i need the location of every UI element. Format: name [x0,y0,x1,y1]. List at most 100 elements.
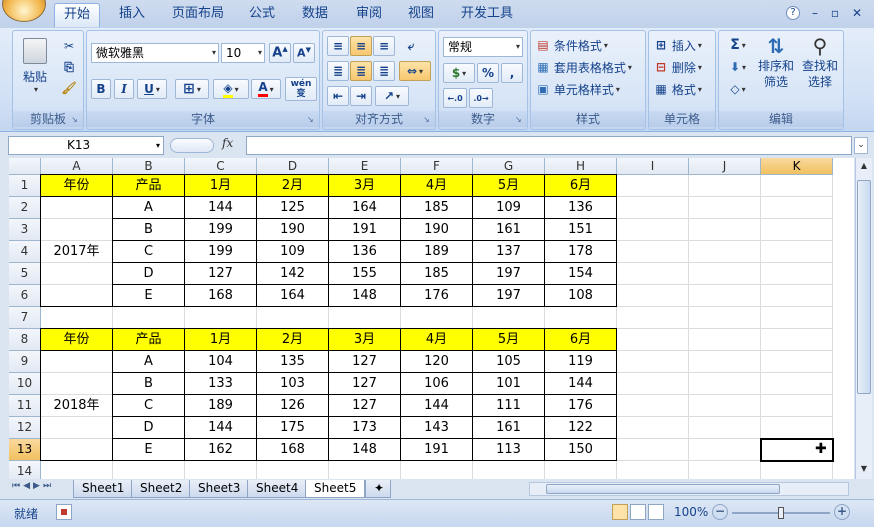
cell[interactable] [617,373,689,395]
table-data-cell[interactable]: 103 [257,373,329,395]
cell[interactable] [689,461,761,479]
table-data-cell[interactable]: 111 [473,395,545,417]
table-data-cell[interactable]: E [113,439,185,461]
cell[interactable] [689,197,761,219]
cell[interactable] [761,263,833,285]
row-header[interactable]: 11 [9,395,41,417]
table-data-cell[interactable]: 161 [473,417,545,439]
h-scroll-thumb[interactable] [546,484,780,494]
format-painter-button[interactable]: 🖌 [59,79,79,97]
cell[interactable] [617,197,689,219]
cell[interactable] [689,329,761,351]
tab-developer[interactable]: 开发工具 [452,3,522,27]
table-data-cell[interactable]: 151 [545,219,617,241]
comma-button[interactable]: , [501,63,523,83]
italic-button[interactable]: I [114,79,134,99]
delete-cells-button[interactable]: ⊟ 删除 ▾ [653,57,703,77]
dialog-launcher-icon[interactable]: ↘ [515,116,524,125]
cell[interactable] [689,373,761,395]
table-data-cell[interactable]: C [113,241,185,263]
minimize-icon[interactable]: – [806,4,824,22]
cell[interactable] [329,307,401,329]
cell[interactable] [473,461,545,479]
table-data-cell[interactable]: 137 [473,241,545,263]
cell[interactable] [473,307,545,329]
table-header-cell[interactable]: 产品 [113,175,185,197]
row-header[interactable]: 6 [9,285,41,307]
name-box[interactable]: K13 ▾ [8,136,164,155]
row-header[interactable]: 3 [9,219,41,241]
table-data-cell[interactable]: 164 [329,197,401,219]
table-data-cell[interactable]: 189 [401,241,473,263]
clear-button[interactable]: ◇ ▾ [723,79,753,99]
table-data-cell[interactable]: 144 [545,373,617,395]
column-header[interactable]: A [41,158,113,175]
cut-button[interactable]: ✂ [59,37,79,55]
cell[interactable] [545,461,617,479]
table-data-cell[interactable]: 127 [329,351,401,373]
tab-formulas[interactable]: 公式 [240,3,284,27]
cell[interactable] [689,351,761,373]
page-layout-view-icon[interactable] [630,504,646,520]
align-top-button[interactable]: ≡ [327,36,349,56]
table-data-cell[interactable]: 191 [329,219,401,241]
table-header-cell[interactable]: 3月 [329,175,401,197]
conditional-formatting-button[interactable]: ▤ 条件格式 ▾ [535,35,609,55]
fill-button[interactable]: ⬇ ▾ [723,57,753,77]
table-data-cell[interactable]: 155 [329,263,401,285]
table-data-cell[interactable]: 199 [185,219,257,241]
format-cells-button[interactable]: ▦ 格式 ▾ [653,79,703,99]
insert-cells-button[interactable]: ⊞ 插入 ▾ [653,35,703,55]
cell[interactable] [761,395,833,417]
tab-data[interactable]: 数据 [293,3,337,27]
font-color-button[interactable]: A ▾ [251,79,281,99]
tab-view[interactable]: 视图 [399,3,443,27]
table-header-cell[interactable]: 1月 [185,329,257,351]
accounting-format-button[interactable]: $ ▾ [443,63,475,83]
table-data-cell[interactable]: 197 [473,285,545,307]
table-data-cell[interactable]: 189 [185,395,257,417]
cell[interactable] [401,307,473,329]
table-data-cell[interactable]: 176 [401,285,473,307]
table-data-cell[interactable]: 108 [545,285,617,307]
zoom-slider-thumb[interactable] [778,507,784,519]
column-header[interactable]: J [689,158,761,175]
column-header[interactable]: C [185,158,257,175]
cell[interactable] [617,285,689,307]
select-all-corner[interactable] [9,158,41,175]
cell[interactable] [617,263,689,285]
zoom-slider[interactable] [732,507,830,519]
cell[interactable] [617,439,689,461]
sheet-nav-arrows-icon[interactable]: ⏮◀▶⏭ [12,481,72,497]
dialog-launcher-icon[interactable]: ↘ [423,116,432,125]
cell[interactable] [689,307,761,329]
cell[interactable] [689,395,761,417]
table-data-cell[interactable]: 119 [545,351,617,373]
paste-button[interactable]: 粘贴 ▾ [17,35,53,97]
cell[interactable] [689,175,761,197]
table-data-cell[interactable]: 144 [185,197,257,219]
phonetic-button[interactable]: wén 变 [285,77,317,101]
format-as-table-button[interactable]: ▦ 套用表格格式 ▾ [535,57,633,77]
cell[interactable] [689,263,761,285]
cell[interactable] [617,175,689,197]
row-header[interactable]: 14 [9,461,41,479]
cell[interactable] [689,439,761,461]
table-header-cell[interactable]: 2月 [257,175,329,197]
cell[interactable] [257,461,329,479]
cell[interactable] [689,241,761,263]
table-data-cell[interactable]: 113 [473,439,545,461]
column-header[interactable]: G [473,158,545,175]
row-header[interactable]: 12 [9,417,41,439]
table-data-cell[interactable]: B [113,219,185,241]
wrap-text-button[interactable]: ⤶ [399,36,423,56]
row-header[interactable]: 7 [9,307,41,329]
column-header[interactable]: B [113,158,185,175]
formula-slider[interactable] [170,138,214,153]
table-data-cell[interactable]: 168 [257,439,329,461]
horizontal-scrollbar[interactable] [529,482,849,496]
table-header-cell[interactable]: 1月 [185,175,257,197]
table-data-cell[interactable]: 142 [257,263,329,285]
tab-home[interactable]: 开始 [54,3,101,27]
table-data-cell[interactable]: 178 [545,241,617,263]
